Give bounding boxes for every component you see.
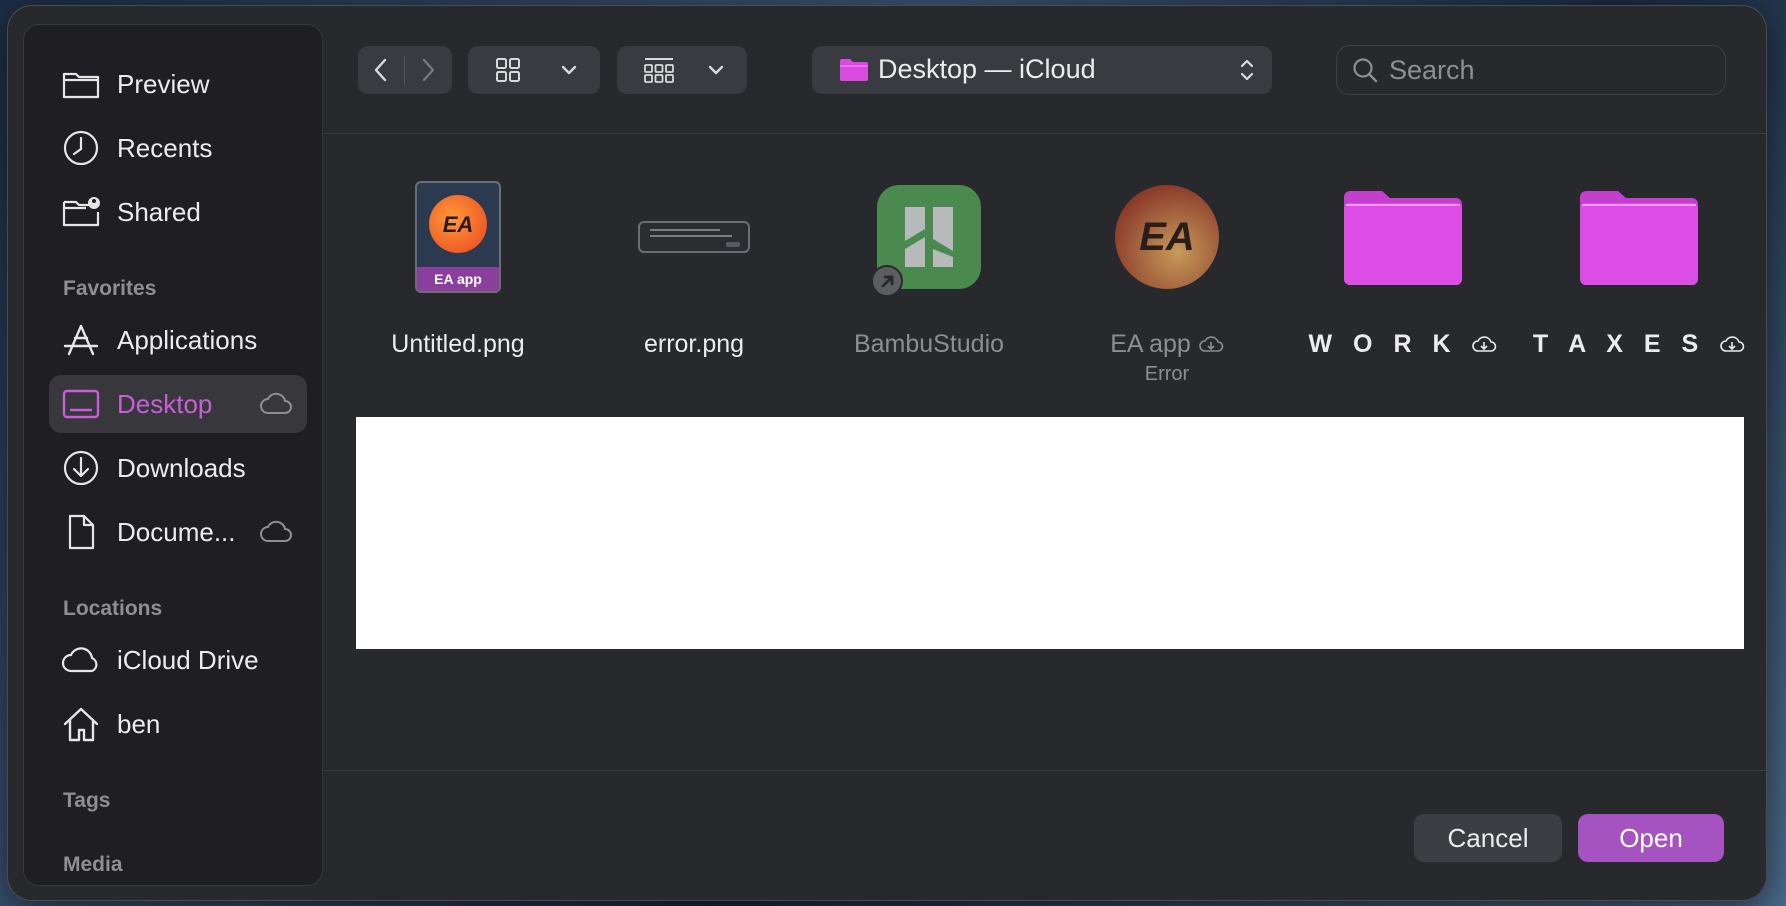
folder-thumbnail [1285, 166, 1521, 308]
folder-icon [840, 59, 868, 81]
cancel-button[interactable]: Cancel [1414, 814, 1562, 862]
file-name: error.png [643, 330, 745, 358]
sidebar-item-applications[interactable]: Applications [49, 311, 307, 369]
up-down-chevron-icon [1240, 59, 1254, 81]
section-locations: Locations [63, 597, 163, 620]
location-label: Desktop — iCloud [878, 54, 1096, 84]
search-placeholder: Search [1389, 54, 1475, 85]
file-name: Untitled.png [391, 330, 525, 358]
file-name: W O R K [1275, 330, 1531, 359]
clock-icon [59, 126, 103, 170]
open-file-dialog: Preview Recents Shared Favorites Applica… [8, 6, 1766, 900]
file-name: BambuStudio [853, 330, 1005, 358]
sidebar-item-recents[interactable]: Recents [49, 119, 307, 177]
group-by-button[interactable] [617, 46, 747, 94]
thumbnail-badge: EA app [417, 267, 499, 291]
shared-folder-icon [59, 190, 103, 234]
ea-logo-icon: EA [1115, 185, 1219, 289]
chevron-right-icon [422, 58, 435, 82]
back-forward-control [358, 46, 452, 94]
image-thumbnail: EA EA app [340, 166, 576, 308]
chevron-down-icon [561, 65, 577, 75]
file-status: Error [1144, 363, 1190, 385]
icloud-download-icon [1720, 336, 1745, 352]
icloud-download-icon [1199, 336, 1224, 352]
desktop-icon [59, 382, 103, 426]
sidebar-item-label: Docume... [117, 516, 236, 547]
grid-view-icon [496, 58, 520, 82]
document-icon [59, 510, 103, 554]
section-tags[interactable]: Tags [63, 789, 110, 813]
sidebar-item-preview[interactable]: Preview [49, 55, 307, 113]
sidebar-item-label: iCloud Drive [117, 644, 259, 675]
app-thumbnail [811, 166, 1047, 308]
sidebar-item-label: Applications [117, 324, 258, 355]
alias-arrow-icon [871, 265, 903, 297]
footer-divider [324, 770, 1766, 771]
home-icon [59, 702, 103, 746]
applications-icon [59, 318, 103, 362]
folder-icon [1344, 191, 1462, 285]
app-thumbnail: EA [1049, 166, 1285, 308]
sidebar: Preview Recents Shared Favorites Applica… [23, 24, 323, 886]
folder-icon [1580, 191, 1698, 285]
ea-logo-icon: EA [429, 195, 487, 253]
download-icon [59, 446, 103, 490]
sidebar-item-downloads[interactable]: Downloads [49, 439, 307, 497]
icloud-icon [260, 520, 292, 542]
sidebar-item-desktop[interactable]: Desktop [49, 375, 307, 433]
sidebar-item-icloud-drive[interactable]: iCloud Drive [49, 631, 307, 689]
view-mode-button[interactable] [468, 46, 600, 94]
location-popup[interactable]: Desktop — iCloud [812, 46, 1272, 94]
sidebar-item-label: ben [117, 708, 161, 739]
group-view-icon [644, 58, 674, 83]
bambustudio-icon [871, 185, 981, 297]
icloud-icon [260, 392, 292, 414]
back-button[interactable] [358, 57, 404, 83]
sidebar-item-label: Shared [117, 196, 201, 227]
section-favorites: Favorites [63, 277, 157, 300]
chevron-down-icon [708, 65, 724, 75]
sidebar-item-label: Downloads [117, 452, 246, 483]
file-name: T A X E S [1511, 330, 1766, 359]
search-field[interactable]: Search [1336, 45, 1726, 95]
sidebar-item-label: Desktop [117, 388, 213, 419]
open-button[interactable]: Open [1578, 814, 1724, 862]
folder-icon [59, 62, 103, 106]
folder-thumbnail [1521, 166, 1757, 308]
search-icon [1353, 58, 1378, 83]
sidebar-item-home[interactable]: ben [49, 695, 307, 753]
sidebar-item-label: Preview [117, 68, 210, 99]
icloud-download-icon [1472, 336, 1497, 352]
sidebar-item-documents[interactable]: Docume... [49, 503, 307, 561]
forward-button[interactable] [405, 57, 451, 83]
section-media[interactable]: Media [63, 853, 123, 877]
toolbar-divider [324, 133, 1766, 134]
cloud-icon [59, 638, 103, 682]
sidebar-item-label: Recents [117, 132, 213, 163]
sidebar-item-shared[interactable]: Shared [49, 183, 307, 241]
accessory-panel [356, 417, 1744, 649]
file-name: EA app [1039, 330, 1295, 359]
chevron-left-icon [374, 58, 387, 82]
image-thumbnail [576, 166, 812, 308]
